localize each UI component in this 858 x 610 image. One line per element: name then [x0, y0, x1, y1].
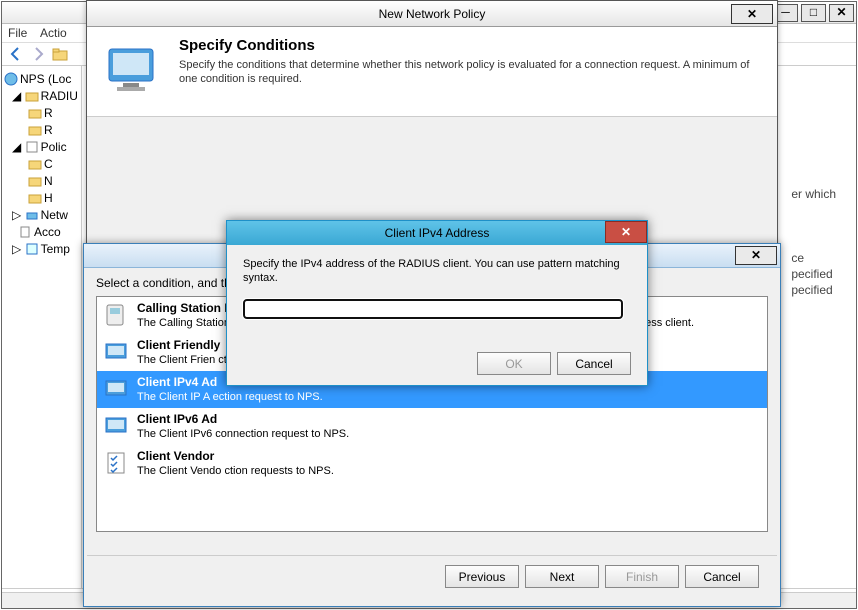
ipv4-titlebar: Client IPv4 Address ✕	[227, 221, 647, 245]
tree-netw[interactable]: Netw	[41, 208, 68, 222]
tree-acco[interactable]: Acco	[34, 225, 61, 239]
menu-file[interactable]: File	[8, 26, 27, 40]
wizard-cancel-button[interactable]: Cancel	[685, 565, 759, 588]
folder-icon	[28, 106, 42, 120]
close-button[interactable]: ✕	[829, 4, 854, 22]
condition-item-client-vendor[interactable]: Client VendorThe Client Vendo ction requ…	[97, 445, 767, 482]
computer-icon	[103, 375, 131, 403]
previous-button[interactable]: Previous	[445, 565, 519, 588]
folder-icon[interactable]	[50, 44, 70, 64]
wizard-heading: Specify Conditions	[179, 37, 763, 54]
folder-icon	[28, 123, 42, 137]
tree-c[interactable]: C	[44, 157, 53, 171]
tree-h[interactable]: H	[44, 191, 53, 205]
tree-r1[interactable]: R	[44, 106, 53, 120]
ipv4-close-button[interactable]: ✕	[605, 221, 647, 243]
wizard-subtext: Specify the conditions that determine wh…	[179, 58, 763, 86]
forward-icon[interactable]	[28, 44, 48, 64]
back-icon[interactable]	[6, 44, 26, 64]
accounting-icon	[18, 225, 32, 239]
tree-temp[interactable]: Temp	[41, 242, 70, 256]
computer-icon	[103, 412, 131, 440]
folder-icon	[28, 174, 42, 188]
next-button[interactable]: Next	[525, 565, 599, 588]
checklist-icon	[103, 449, 131, 477]
menu-action[interactable]: Actio	[40, 26, 67, 40]
tree-radius[interactable]: RADIU	[41, 89, 78, 103]
ipv4-cancel-button[interactable]: Cancel	[557, 352, 631, 375]
folder-icon	[25, 89, 39, 103]
wizard-title-text: New Network Policy	[379, 7, 486, 21]
ipv4-ok-button: OK	[477, 352, 551, 375]
policies-icon	[25, 140, 39, 154]
ipv4-instruction: Specify the IPv4 address of the RADIUS c…	[243, 257, 631, 285]
wizard-titlebar: New Network Policy ✕	[87, 1, 777, 27]
ipv4-address-input[interactable]	[243, 299, 623, 319]
tree-policies[interactable]: Polic	[41, 140, 67, 154]
tree-r2[interactable]: R	[44, 123, 53, 137]
tree-view[interactable]: NPS (Loc ◢ RADIU R R ◢ Polic C N H ▷ Net…	[2, 66, 82, 588]
background-text: er which ce pecified pecified	[791, 186, 836, 298]
wizard-footer: Previous Next Finish Cancel	[87, 555, 777, 597]
templates-icon	[25, 242, 39, 256]
condition-item-client-ipv6[interactable]: Client IPv6 AdThe Client IPv6 connection…	[97, 408, 767, 445]
wizard-header: Specify Conditions Specify the condition…	[87, 27, 777, 117]
tree-n[interactable]: N	[44, 174, 53, 188]
wizard-close-button[interactable]: ✕	[731, 4, 773, 24]
network-icon	[25, 208, 39, 222]
phone-icon	[103, 301, 131, 329]
folder-icon	[28, 191, 42, 205]
select-condition-close-button[interactable]: ✕	[735, 246, 777, 265]
wizard-header-icon	[101, 37, 165, 101]
ipv4-title-text: Client IPv4 Address	[385, 226, 490, 240]
folder-icon	[28, 157, 42, 171]
nps-root-icon	[4, 72, 18, 86]
maximize-button[interactable]: □	[801, 4, 826, 22]
computer-icon	[103, 338, 131, 366]
client-ipv4-dialog: Client IPv4 Address ✕ Specify the IPv4 a…	[226, 220, 648, 386]
tree-root[interactable]: NPS (Loc	[20, 72, 71, 86]
finish-button: Finish	[605, 565, 679, 588]
